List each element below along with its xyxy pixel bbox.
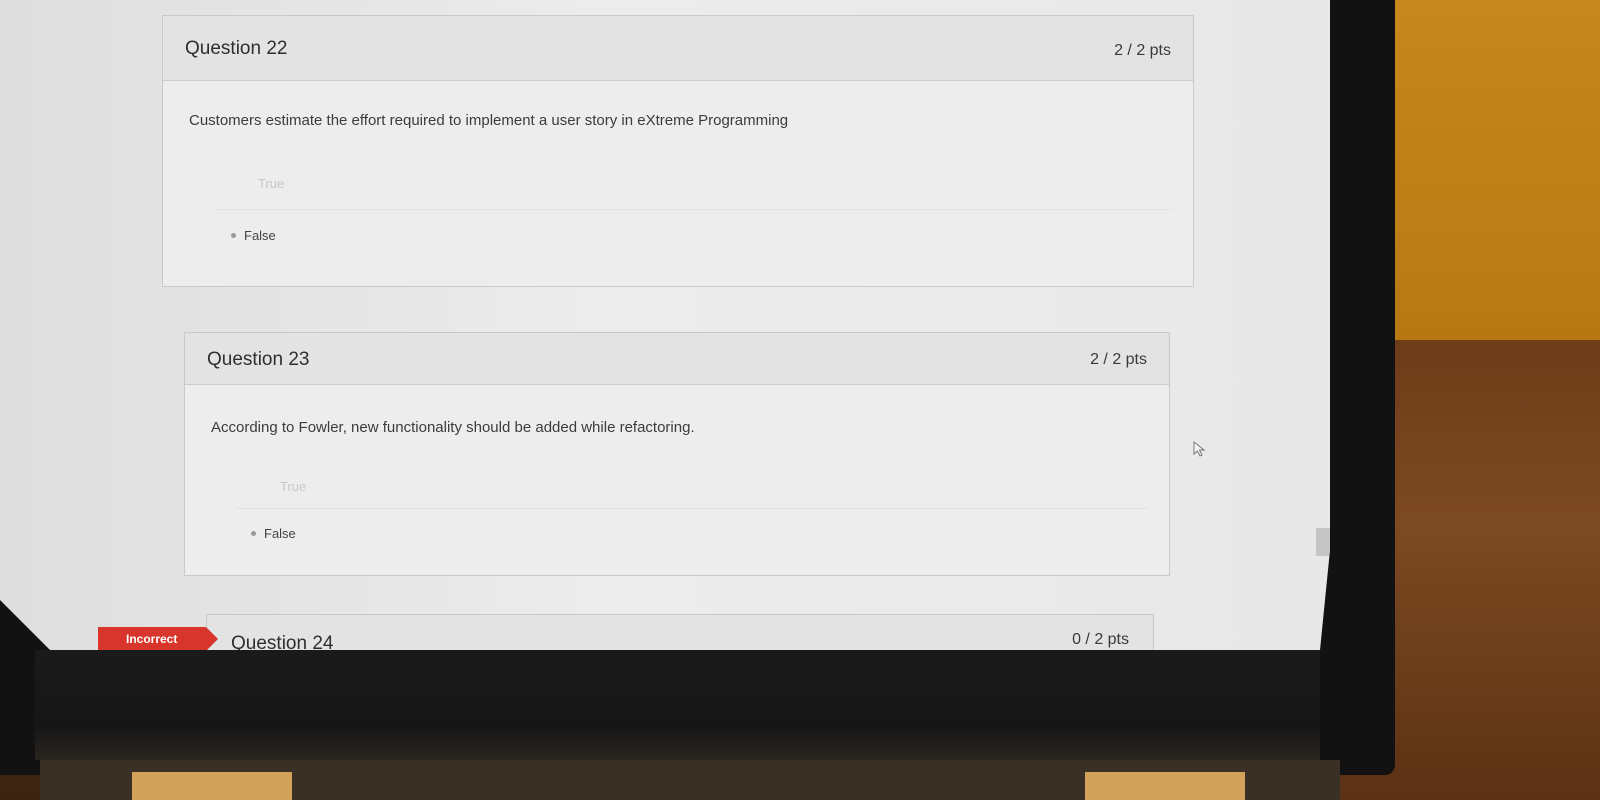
- question-title: Question 24: [231, 633, 334, 650]
- question-points: 2 / 2 pts: [1114, 42, 1171, 59]
- radio-button-selected[interactable]: [251, 531, 256, 536]
- question-card-24: Question 24 0 / 2 pts: [206, 614, 1154, 650]
- hinge-highlight: [1085, 772, 1245, 800]
- answer-divider: [235, 508, 1149, 509]
- radio-button-selected[interactable]: [231, 233, 236, 238]
- question-header: Question 24 0 / 2 pts: [207, 615, 1153, 650]
- answer-divider: [213, 209, 1173, 210]
- answer-option-false[interactable]: False: [231, 228, 276, 243]
- radio-button[interactable]: [245, 181, 250, 186]
- answer-option-false[interactable]: False: [251, 526, 296, 541]
- answer-option-true[interactable]: True: [245, 176, 284, 191]
- question-text: Customers estimate the effort required t…: [189, 112, 789, 129]
- answer-label: True: [280, 479, 307, 494]
- scrollbar-thumb[interactable]: [1316, 528, 1330, 556]
- hinge-highlight: [132, 772, 292, 800]
- mouse-pointer-icon: [1193, 441, 1206, 457]
- answer-label: False: [244, 228, 276, 243]
- answer-option-true[interactable]: True: [267, 479, 306, 494]
- question-header: Question 23 2 / 2 pts: [185, 333, 1169, 385]
- screen: Question 22 2 / 2 pts Customers estimate…: [0, 0, 1330, 650]
- laptop-bezel-lower: [35, 650, 1320, 760]
- question-points: 0 / 2 pts: [1072, 631, 1129, 648]
- answer-label: False: [264, 526, 296, 541]
- question-card-22: Question 22 2 / 2 pts Customers estimate…: [162, 15, 1194, 287]
- question-text: According to Fowler, new functionality s…: [211, 419, 695, 436]
- answer-label: True: [258, 176, 285, 191]
- radio-button[interactable]: [267, 484, 272, 489]
- question-title: Question 23: [207, 349, 310, 370]
- background-wall: [1380, 0, 1600, 340]
- incorrect-badge: Incorrect: [98, 627, 218, 650]
- question-points: 2 / 2 pts: [1090, 351, 1147, 368]
- question-card-23: Question 23 2 / 2 pts According to Fowle…: [184, 332, 1170, 576]
- question-title: Question 22: [185, 38, 288, 59]
- question-header: Question 22 2 / 2 pts: [163, 16, 1193, 81]
